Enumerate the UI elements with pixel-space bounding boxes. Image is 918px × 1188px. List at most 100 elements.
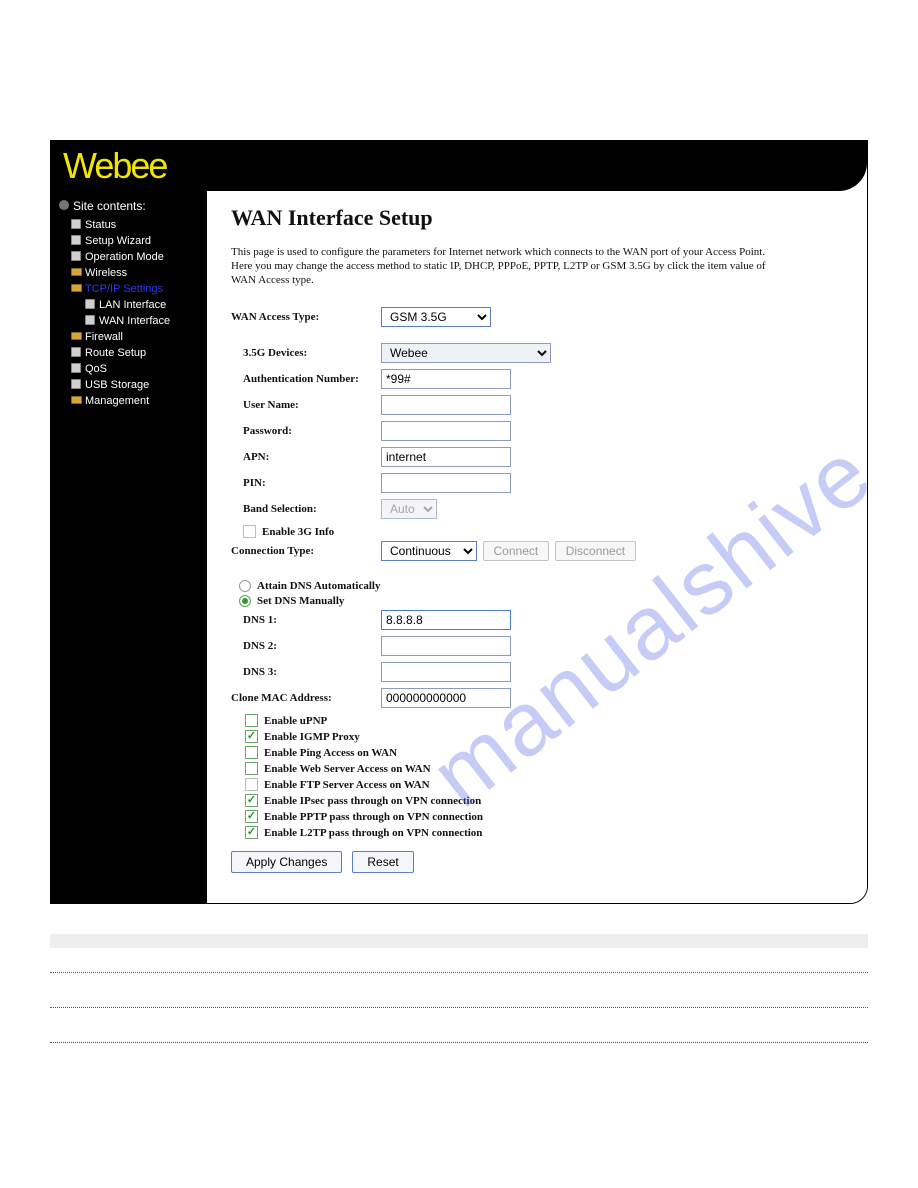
- sidebar-item[interactable]: WAN Interface: [57, 313, 207, 329]
- sidebar-link[interactable]: Route Setup: [85, 347, 146, 359]
- sidebar-title-text: Site contents:: [73, 199, 146, 213]
- sidebar-link[interactable]: Status: [85, 219, 116, 231]
- topbar: Webee: [51, 141, 867, 191]
- dns-auto-label: Attain DNS Automatically: [257, 580, 380, 592]
- globe-icon: [59, 200, 69, 210]
- pin-input[interactable]: [381, 473, 511, 493]
- page-icon: [71, 219, 81, 229]
- apn-label: APN:: [231, 451, 381, 463]
- sidebar-link[interactable]: Management: [85, 395, 149, 407]
- checkbox[interactable]: ✓: [245, 730, 258, 743]
- sidebar-item[interactable]: Setup Wizard: [57, 233, 207, 249]
- sidebar-item[interactable]: Firewall: [57, 329, 207, 345]
- checkbox-label: Enable IGMP Proxy: [264, 731, 360, 743]
- sidebar-link[interactable]: Firewall: [85, 331, 123, 343]
- user-input[interactable]: [381, 395, 511, 415]
- enable-3g-label: Enable 3G Info: [262, 526, 334, 538]
- folder-icon: [71, 396, 82, 404]
- folder-icon: [71, 268, 82, 276]
- disconnect-button[interactable]: Disconnect: [555, 541, 636, 561]
- dotted-divider: [50, 972, 868, 973]
- sidebar-link[interactable]: TCP/IP Settings: [85, 283, 163, 295]
- connect-button[interactable]: Connect: [483, 541, 550, 561]
- apn-input[interactable]: [381, 447, 511, 467]
- sidebar-link[interactable]: USB Storage: [85, 379, 149, 391]
- folder-open-icon: [71, 284, 82, 292]
- dotted-divider: [50, 1042, 868, 1043]
- dns3-label: DNS 3:: [231, 666, 381, 678]
- checkbox-label: Enable Ping Access on WAN: [264, 747, 397, 759]
- page-icon: [71, 379, 81, 389]
- pass-input[interactable]: [381, 421, 511, 441]
- sidebar-title: Site contents:: [57, 197, 207, 217]
- checkbox-label: Enable L2TP pass through on VPN connecti…: [264, 827, 482, 839]
- checkbox-label: Enable uPNP: [264, 715, 327, 727]
- dns-manual-label: Set DNS Manually: [257, 595, 344, 607]
- content-area: manualshive.com WAN Interface Setup This…: [207, 191, 867, 903]
- checkbox[interactable]: ✓: [245, 794, 258, 807]
- page-description: This page is used to configure the param…: [231, 245, 771, 287]
- dns-auto-radio[interactable]: [239, 580, 251, 592]
- conn-type-label: Connection Type:: [231, 545, 381, 557]
- dns1-input[interactable]: [381, 610, 511, 630]
- dns-manual-radio[interactable]: [239, 595, 251, 607]
- sidebar-item[interactable]: Wireless: [57, 265, 207, 281]
- checkbox-label: Enable FTP Server Access on WAN: [264, 779, 430, 791]
- reset-button[interactable]: Reset: [352, 851, 413, 873]
- dns2-label: DNS 2:: [231, 640, 381, 652]
- sidebar-item[interactable]: QoS: [57, 361, 207, 377]
- grey-bar: [50, 934, 868, 948]
- sidebar-item[interactable]: Status: [57, 217, 207, 233]
- auth-label: Authentication Number:: [231, 373, 381, 385]
- sidebar-link[interactable]: LAN Interface: [99, 299, 166, 311]
- app-frame: Webee Site contents: Status Setup Wizard O…: [50, 140, 868, 904]
- sidebar-link[interactable]: QoS: [85, 363, 107, 375]
- checkbox-label: Enable Web Server Access on WAN: [264, 763, 431, 775]
- dns1-label: DNS 1:: [231, 614, 381, 626]
- pass-label: Password:: [231, 425, 381, 437]
- sidebar-link[interactable]: WAN Interface: [99, 315, 170, 327]
- checkbox[interactable]: [245, 762, 258, 775]
- checkbox[interactable]: ✓: [245, 826, 258, 839]
- page-icon: [71, 235, 81, 245]
- dns3-input[interactable]: [381, 662, 511, 682]
- checkbox[interactable]: [245, 746, 258, 759]
- page-icon: [71, 251, 81, 261]
- checkbox[interactable]: [245, 714, 258, 727]
- mac-input[interactable]: [381, 688, 511, 708]
- below-region: [50, 934, 868, 1043]
- page-icon: [71, 347, 81, 357]
- band-label: Band Selection:: [231, 503, 381, 515]
- sidebar-item[interactable]: LAN Interface: [57, 297, 207, 313]
- user-label: User Name:: [231, 399, 381, 411]
- page-icon: [85, 315, 95, 325]
- devices-label: 3.5G Devices:: [231, 347, 381, 359]
- page-icon: [85, 299, 95, 309]
- checkbox: [245, 778, 258, 791]
- conn-type-select[interactable]: Continuous: [381, 541, 477, 561]
- dotted-divider: [50, 1007, 868, 1008]
- folder-icon: [71, 332, 82, 340]
- auth-input[interactable]: [381, 369, 511, 389]
- sidebar-item[interactable]: Management: [57, 393, 207, 409]
- dns2-input[interactable]: [381, 636, 511, 656]
- wan-access-label: WAN Access Type:: [231, 311, 381, 323]
- sidebar-link[interactable]: Setup Wizard: [85, 235, 151, 247]
- sidebar-item[interactable]: USB Storage: [57, 377, 207, 393]
- enable-3g-checkbox[interactable]: [243, 525, 256, 538]
- mac-label: Clone MAC Address:: [231, 692, 381, 704]
- checkbox-label: Enable PPTP pass through on VPN connecti…: [264, 811, 483, 823]
- checkbox[interactable]: ✓: [245, 810, 258, 823]
- apply-button[interactable]: Apply Changes: [231, 851, 342, 873]
- sidebar-item[interactable]: TCP/IP Settings: [57, 281, 207, 297]
- devices-select[interactable]: Webee: [381, 343, 551, 363]
- sidebar-item[interactable]: Operation Mode: [57, 249, 207, 265]
- sidebar-link[interactable]: Wireless: [85, 267, 127, 279]
- page-icon: [71, 363, 81, 373]
- wan-access-select[interactable]: GSM 3.5G: [381, 307, 491, 327]
- sidebar-item[interactable]: Route Setup: [57, 345, 207, 361]
- page-title: WAN Interface Setup: [231, 205, 843, 231]
- sidebar: Site contents: Status Setup Wizard Operati…: [51, 191, 207, 903]
- band-select[interactable]: Auto: [381, 499, 437, 519]
- sidebar-link[interactable]: Operation Mode: [85, 251, 164, 263]
